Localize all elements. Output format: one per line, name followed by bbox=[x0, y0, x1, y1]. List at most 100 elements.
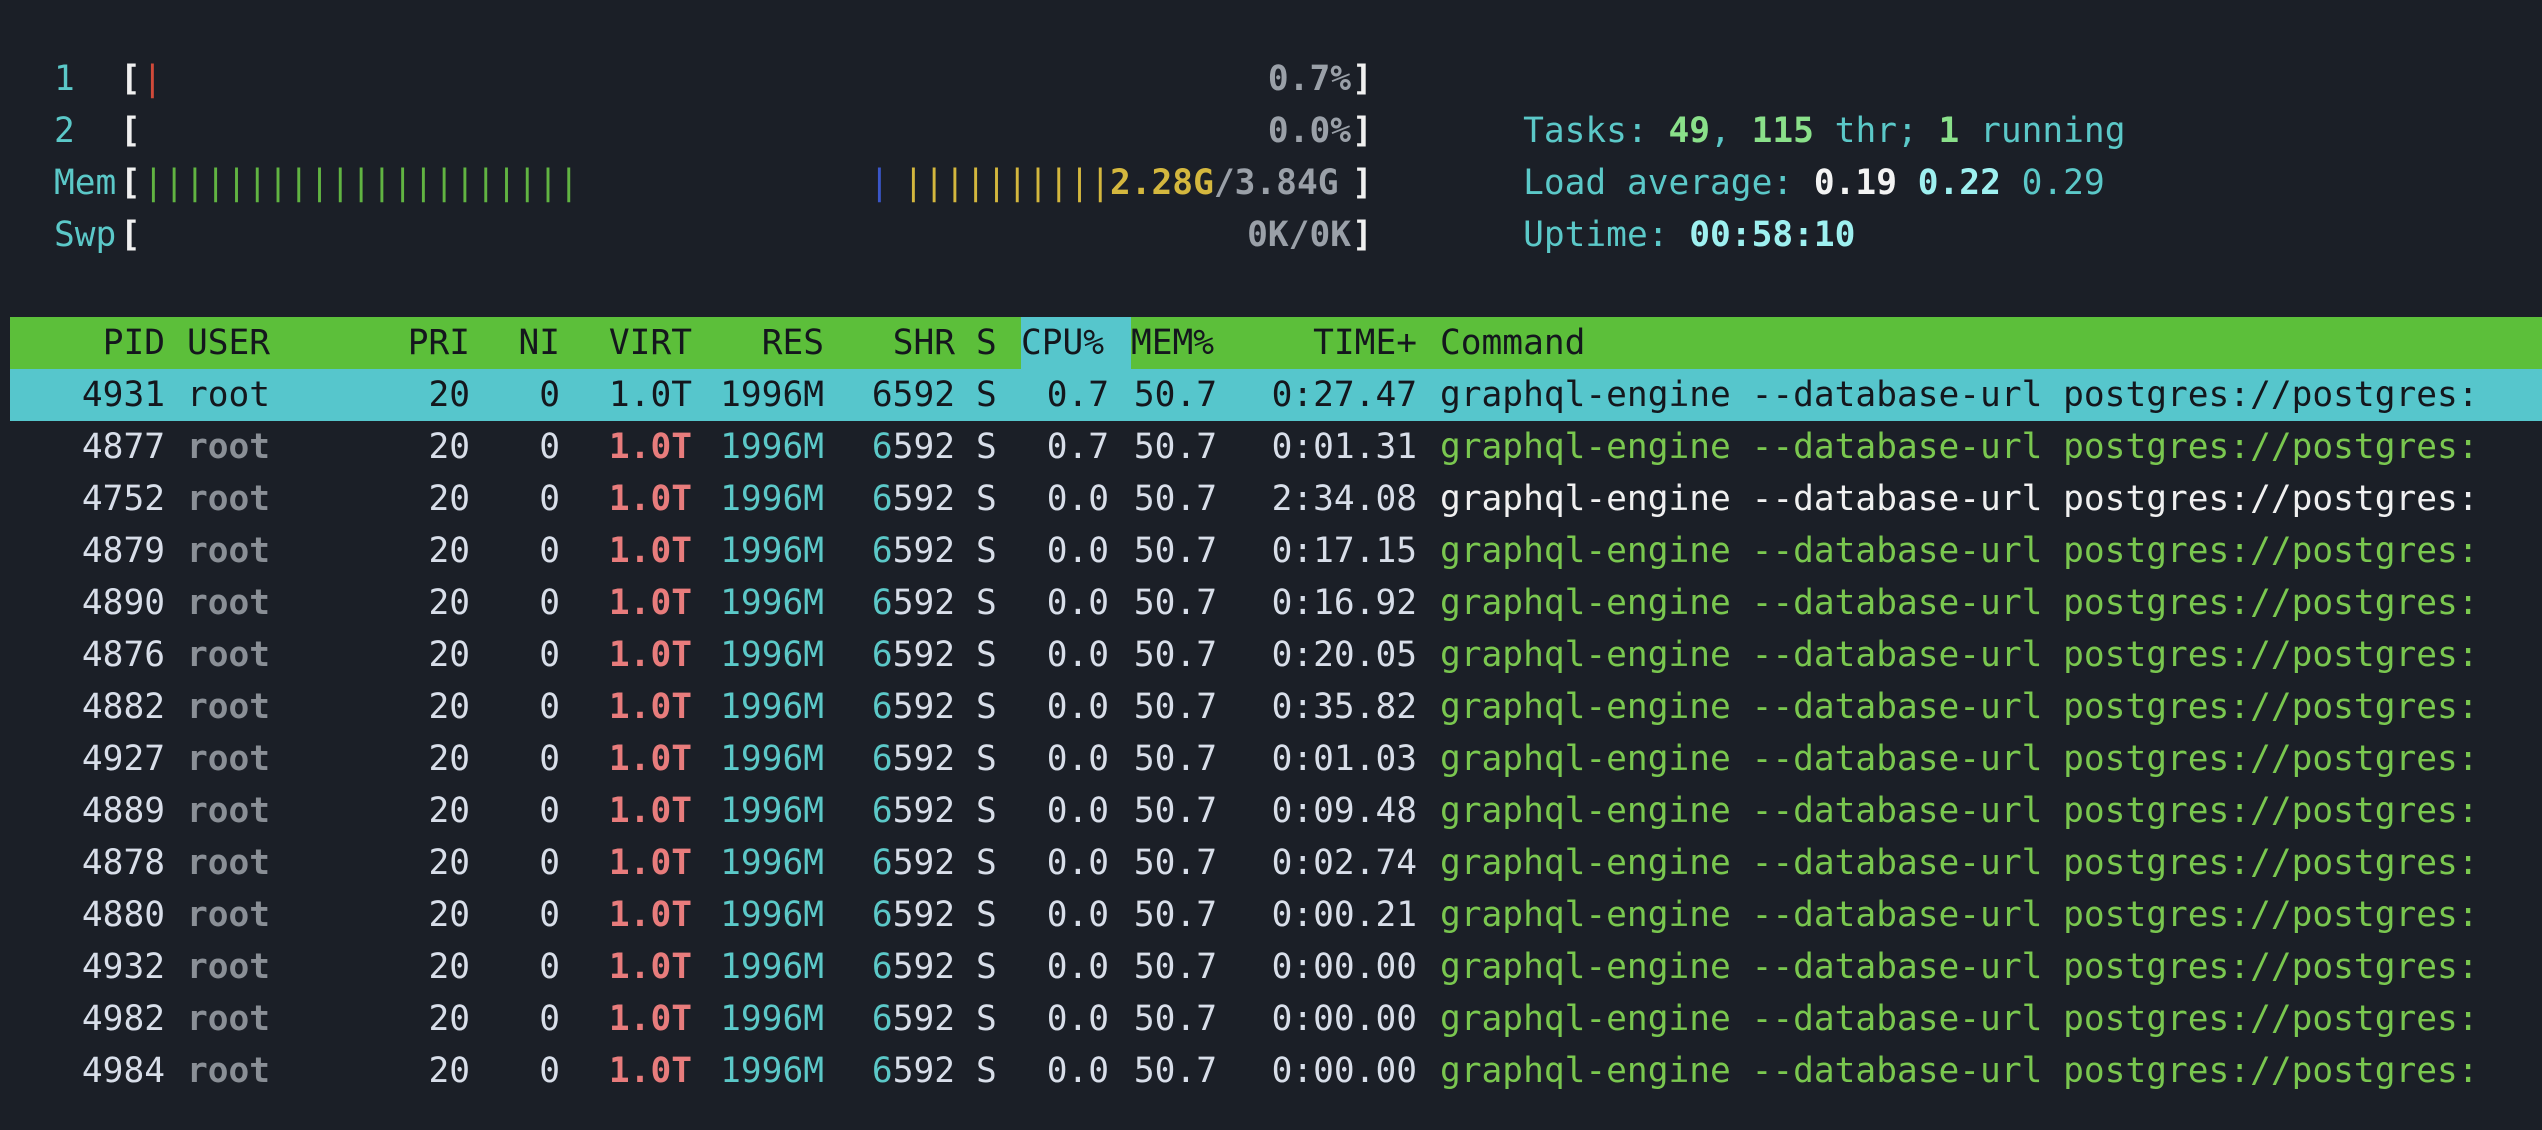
col-user[interactable]: USER bbox=[187, 317, 270, 369]
cell-mem: 50.7 bbox=[1133, 635, 1217, 675]
cell-ni: 0 bbox=[539, 479, 560, 519]
cell-mem: 50.7 bbox=[1133, 739, 1217, 779]
cell-virt: 1.0T bbox=[608, 999, 692, 1039]
cpu1-bracket-close: ] bbox=[1352, 59, 1373, 99]
cell-mem: 50.7 bbox=[1133, 583, 1217, 623]
col-pid[interactable]: PID bbox=[10, 317, 165, 369]
cell-pri: 20 bbox=[428, 531, 470, 571]
cell-user: root bbox=[187, 479, 271, 519]
swp-bracket-open: [ bbox=[120, 215, 141, 255]
cell-shr: 6592 bbox=[871, 583, 955, 623]
col-cpu[interactable]: CPU% bbox=[1021, 317, 1104, 369]
cell-time: 0:17.15 bbox=[1271, 531, 1417, 571]
cell-s: S bbox=[976, 999, 997, 1039]
command-name: graphql-engine bbox=[1440, 635, 1731, 675]
cell-time: 0:01.03 bbox=[1271, 739, 1417, 779]
command-args: --database-url postgres://postgres: bbox=[1730, 999, 2479, 1039]
command-name: graphql-engine bbox=[1440, 687, 1731, 727]
uptime-stat: Uptime: 00:58:10 bbox=[1523, 215, 1856, 255]
command-name: graphql-engine bbox=[1440, 895, 1731, 935]
cell-pri: 20 bbox=[428, 999, 470, 1039]
cell-mem: 50.7 bbox=[1133, 427, 1217, 467]
command-name: graphql-engine bbox=[1440, 739, 1731, 779]
load-15: 0.29 bbox=[2021, 163, 2105, 203]
cell-command: graphql-engine --database-url postgres:/… bbox=[1440, 577, 2479, 629]
command-name: graphql-engine bbox=[1440, 531, 1731, 571]
cell-s: S bbox=[976, 531, 997, 571]
cell-time: 0:01.31 bbox=[1271, 427, 1417, 467]
cell-time: 0:02.74 bbox=[1271, 843, 1417, 883]
cell-time: 0:27.47 bbox=[1271, 375, 1417, 415]
cell-res: 1996M bbox=[720, 427, 824, 467]
command-args: --database-url postgres://postgres: bbox=[1730, 1051, 2479, 1091]
cell-virt: 1.0T bbox=[608, 531, 692, 571]
col-time[interactable]: TIME+ bbox=[1240, 317, 1417, 369]
col-mem[interactable]: MEM% bbox=[1131, 317, 1214, 369]
htop-terminal[interactable]: 1 [ | 0.7% ] 2 [ 0.0% ] Mem [ ||||||||||… bbox=[0, 0, 2542, 1130]
cell-cpu: 0.0 bbox=[1046, 739, 1109, 779]
cell-command: graphql-engine --database-url postgres:/… bbox=[1440, 733, 2479, 785]
cell-ni: 0 bbox=[539, 687, 560, 727]
mem-bar-buffers: | bbox=[869, 163, 890, 203]
cell-virt: 1.0T bbox=[608, 791, 692, 831]
cell-cpu: 0.0 bbox=[1046, 479, 1109, 519]
cell-cpu: 0.0 bbox=[1046, 843, 1109, 883]
col-pri[interactable]: PRI bbox=[380, 317, 470, 369]
col-ni[interactable]: NI bbox=[480, 317, 560, 369]
cpu2-label: 2 bbox=[54, 111, 75, 151]
cell-shr: 6592 bbox=[871, 479, 955, 519]
cell-mem: 50.7 bbox=[1133, 999, 1217, 1039]
cell-virt: 1.0T bbox=[608, 583, 692, 623]
cell-shr: 6592 bbox=[871, 687, 955, 727]
col-state[interactable]: S bbox=[976, 317, 997, 369]
cell-time: 0:00.00 bbox=[1271, 1051, 1417, 1091]
cell-command: graphql-engine --database-url postgres:/… bbox=[1440, 889, 2479, 941]
cpu1-value: 0.7% bbox=[1267, 59, 1351, 99]
cell-time: 0:16.92 bbox=[1271, 583, 1417, 623]
cell-res: 1996M bbox=[720, 947, 824, 987]
cell-s: S bbox=[976, 687, 997, 727]
cell-cpu: 0.0 bbox=[1046, 791, 1109, 831]
cell-res: 1996M bbox=[720, 479, 824, 519]
cell-res: 1996M bbox=[720, 375, 824, 415]
cell-user: root bbox=[187, 947, 271, 987]
cell-mem: 50.7 bbox=[1133, 1051, 1217, 1091]
col-res[interactable]: RES bbox=[700, 317, 824, 369]
cell-res: 1996M bbox=[720, 999, 824, 1039]
cell-pid: 4927 bbox=[81, 739, 165, 779]
cell-command: graphql-engine --database-url postgres:/… bbox=[1440, 1045, 2479, 1097]
cell-pri: 20 bbox=[428, 947, 470, 987]
cell-shr: 6592 bbox=[871, 427, 955, 467]
col-command[interactable]: Command bbox=[1440, 317, 1585, 369]
cell-ni: 0 bbox=[539, 895, 560, 935]
command-name: graphql-engine bbox=[1440, 791, 1731, 831]
cell-s: S bbox=[976, 479, 997, 519]
cell-mem: 50.7 bbox=[1133, 947, 1217, 987]
cell-ni: 0 bbox=[539, 999, 560, 1039]
cpu1-meter: 1 [ | 0.7% ] bbox=[0, 53, 1373, 105]
command-name: graphql-engine bbox=[1440, 947, 1731, 987]
load-5: 0.22 bbox=[1917, 163, 2001, 203]
col-virt[interactable]: VIRT bbox=[580, 317, 692, 369]
cell-ni: 0 bbox=[539, 531, 560, 571]
cell-s: S bbox=[976, 895, 997, 935]
cell-mem: 50.7 bbox=[1133, 791, 1217, 831]
mem-meter: Mem [ ||||||||||||||||||||| | ||||||||||… bbox=[0, 157, 1373, 209]
cell-ni: 0 bbox=[539, 635, 560, 675]
cell-virt: 1.0T bbox=[608, 843, 692, 883]
command-args: --database-url postgres://postgres: bbox=[1730, 635, 2479, 675]
swp-meter: Swp [ 0K/0K ] bbox=[0, 209, 1373, 261]
cell-command: graphql-engine --database-url postgres:/… bbox=[1440, 421, 2479, 473]
cell-user: root bbox=[187, 895, 271, 935]
cell-res: 1996M bbox=[720, 531, 824, 571]
cell-shr: 6592 bbox=[871, 531, 955, 571]
cell-shr: 6592 bbox=[871, 947, 955, 987]
cell-pri: 20 bbox=[428, 895, 470, 935]
command-args: --database-url postgres://postgres: bbox=[1730, 479, 2479, 519]
cell-virt: 1.0T bbox=[608, 1051, 692, 1091]
mem-bar-cache: |||||||||| bbox=[903, 163, 1111, 203]
cell-pid: 4752 bbox=[81, 479, 165, 519]
cell-virt: 1.0T bbox=[608, 895, 692, 935]
cell-command: graphql-engine --database-url postgres:/… bbox=[1440, 369, 2479, 421]
col-shr[interactable]: SHR bbox=[840, 317, 955, 369]
